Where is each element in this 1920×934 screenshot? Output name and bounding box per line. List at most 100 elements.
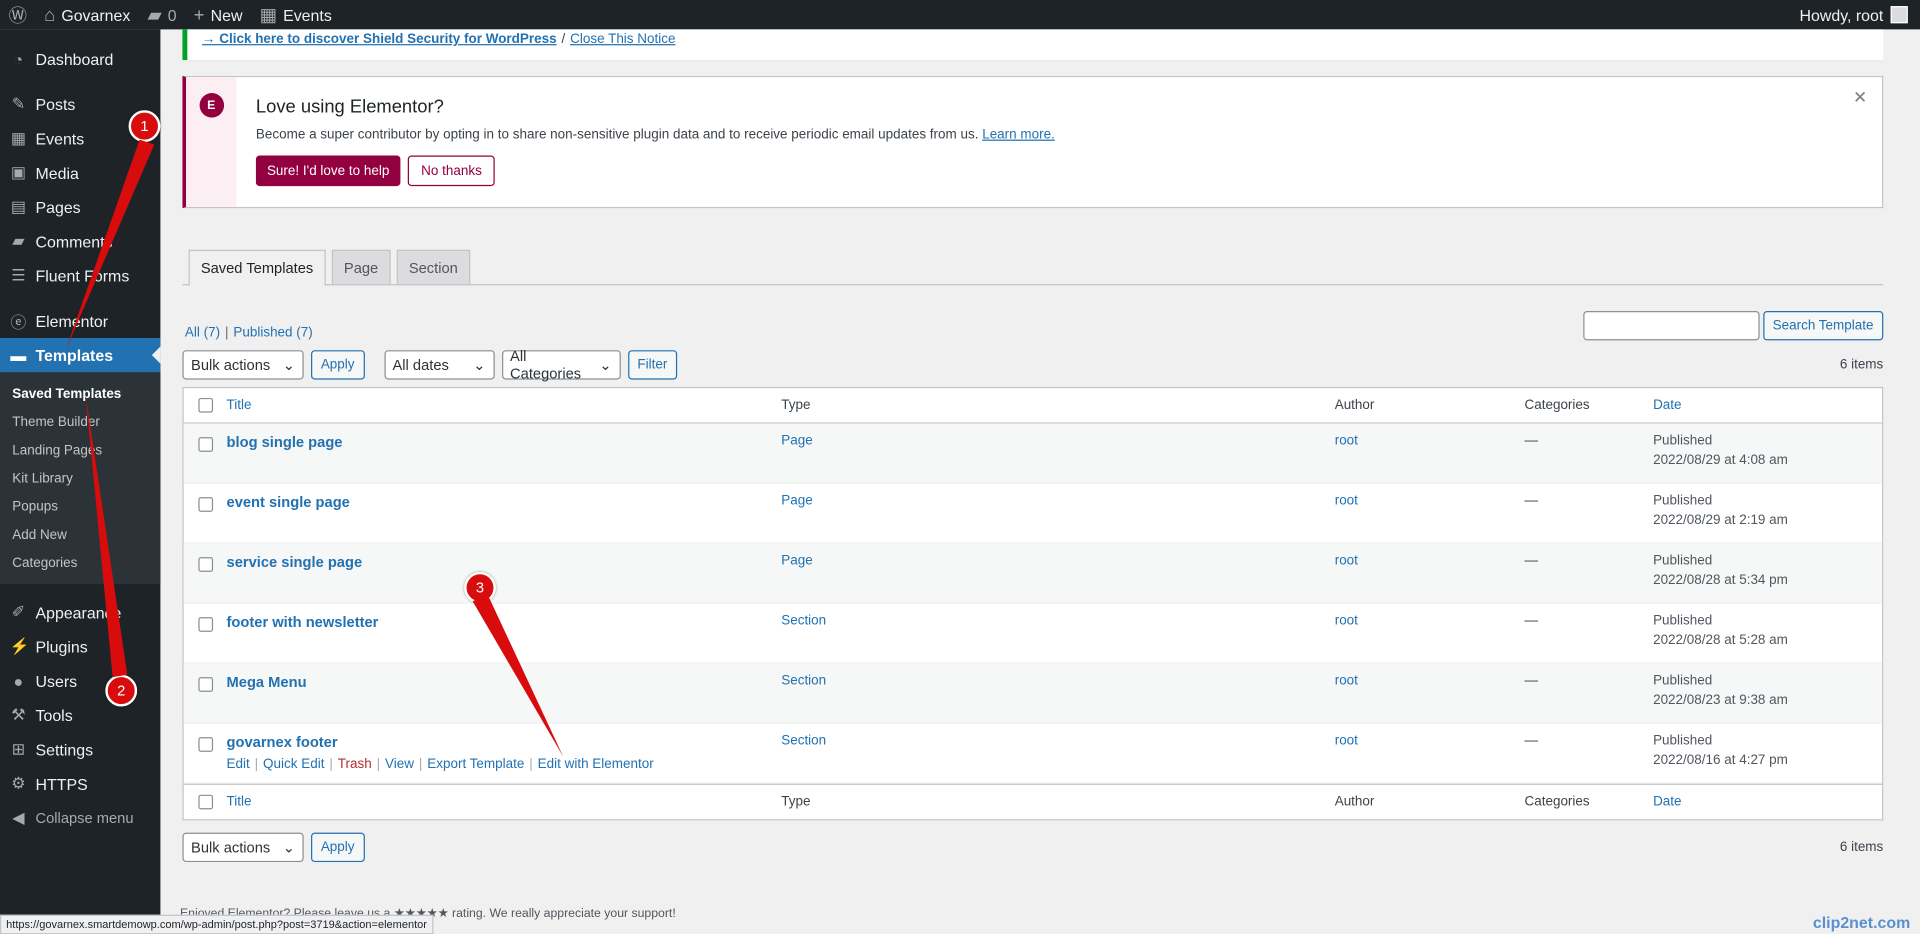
footer-date-cell: Date bbox=[1653, 795, 1882, 810]
home-icon: ⌂ bbox=[44, 4, 56, 26]
filter-button[interactable]: Filter bbox=[627, 350, 678, 380]
template-type-link[interactable]: Section bbox=[781, 673, 826, 688]
row-checkbox[interactable] bbox=[197, 617, 213, 632]
sidebar-item-settings[interactable]: ⊞ Settings bbox=[0, 732, 160, 766]
sidebar-item-fluent-forms[interactable]: ☰ Fluent Forms bbox=[0, 258, 160, 292]
author-link[interactable]: root bbox=[1335, 433, 1358, 448]
close-notice-link[interactable]: Close This Notice bbox=[570, 32, 675, 58]
sort-title-link[interactable]: Title bbox=[227, 398, 252, 413]
edit-link[interactable]: Edit bbox=[227, 757, 250, 772]
author-link[interactable]: root bbox=[1335, 673, 1358, 688]
filter-all-link[interactable]: All (7) bbox=[185, 326, 220, 341]
shield-discover-link[interactable]: → Click here to discover Shield Security… bbox=[202, 32, 557, 58]
categories-value: — bbox=[1524, 613, 1538, 629]
sidebar-item-appearance[interactable]: ✐ Appearance bbox=[0, 595, 160, 629]
sidebar-item-dashboard[interactable]: ◔ Dashboard bbox=[0, 42, 160, 76]
template-type-link[interactable]: Page bbox=[781, 553, 812, 568]
events-link[interactable]: ▦ Events bbox=[251, 0, 340, 29]
date-filter-select[interactable]: All dates ⌄ bbox=[383, 350, 495, 380]
template-type-link[interactable]: Section bbox=[781, 733, 826, 748]
sidebar-item-comments[interactable]: ▰ Comments bbox=[0, 224, 160, 258]
row-type-cell: Page bbox=[781, 493, 1334, 542]
row-checkbox[interactable] bbox=[197, 497, 213, 512]
category-filter-select[interactable]: All Categories ⌄ bbox=[501, 348, 621, 382]
search-template-button[interactable]: Search Template bbox=[1762, 311, 1884, 341]
apply-button-bottom[interactable]: Apply bbox=[311, 832, 365, 863]
chevron-down-icon: ⌄ bbox=[473, 356, 486, 374]
close-icon[interactable]: ✕ bbox=[1853, 87, 1867, 108]
view-link[interactable]: View bbox=[385, 757, 414, 772]
author-link[interactable]: root bbox=[1335, 613, 1358, 628]
row-title-cell: footer with newsletter bbox=[227, 613, 782, 662]
row-checkbox[interactable] bbox=[197, 437, 213, 452]
bulk-actions-select-bottom[interactable]: Bulk actions ⌄ bbox=[182, 832, 304, 863]
row-date-cell: Published 2022/08/29 at 4:08 am bbox=[1653, 433, 1882, 482]
submenu-item-theme-builder[interactable]: Theme Builder bbox=[0, 408, 160, 436]
select-all-checkbox-footer[interactable] bbox=[197, 794, 213, 810]
select-all-checkbox[interactable] bbox=[197, 397, 213, 413]
template-title-link[interactable]: blog single page bbox=[227, 433, 343, 450]
sidebar-item-elementor[interactable]: ⓔ Elementor bbox=[0, 304, 160, 338]
author-link[interactable]: root bbox=[1335, 553, 1358, 568]
sidebar-item-media[interactable]: ▣ Media bbox=[0, 156, 160, 190]
table-footer-row: Title Type Author Categories Date bbox=[183, 783, 1883, 820]
template-title-link[interactable]: service single page bbox=[227, 553, 363, 570]
template-type-link[interactable]: Section bbox=[781, 613, 826, 628]
page-icon: ▤ bbox=[10, 197, 26, 216]
template-title-link[interactable]: footer with newsletter bbox=[227, 613, 379, 630]
quick-edit-link[interactable]: Quick Edit bbox=[263, 757, 324, 772]
header-title-cell: Title bbox=[227, 398, 782, 413]
learn-more-link[interactable]: Learn more. bbox=[982, 127, 1055, 142]
row-checkbox[interactable] bbox=[197, 737, 213, 752]
sort-date-link[interactable]: Date bbox=[1653, 398, 1681, 413]
collapse-menu-button[interactable]: ◀ Collapse menu bbox=[0, 801, 160, 835]
template-title-link[interactable]: govarnex footer bbox=[227, 733, 338, 750]
filter-published-link[interactable]: Published (7) bbox=[233, 326, 312, 341]
export-template-link[interactable]: Export Template bbox=[427, 757, 524, 772]
author-link[interactable]: root bbox=[1335, 733, 1358, 748]
sidebar-item-plugins[interactable]: ⚡ Plugins bbox=[0, 629, 160, 663]
tab-saved-templates[interactable]: Saved Templates bbox=[188, 249, 326, 287]
sidebar-item-https[interactable]: ⚙ HTTPS bbox=[0, 767, 160, 801]
no-thanks-button[interactable]: No thanks bbox=[407, 155, 496, 187]
sidebar-item-tools[interactable]: ⚒ Tools bbox=[0, 698, 160, 732]
row-checkbox-cell bbox=[184, 433, 227, 482]
search-input[interactable] bbox=[1582, 311, 1760, 341]
sidebar-item-pages[interactable]: ▤ Pages bbox=[0, 190, 160, 224]
template-title-link[interactable]: event single page bbox=[227, 493, 350, 510]
edit-with-elementor-link[interactable]: Edit with Elementor bbox=[538, 757, 654, 772]
wordpress-logo[interactable]: Ⓦ bbox=[0, 0, 36, 29]
watermark-logo: clip2net.com bbox=[1812, 913, 1911, 932]
categories-value: — bbox=[1524, 673, 1538, 689]
template-title-link[interactable]: Mega Menu bbox=[227, 673, 307, 690]
submenu-item-popups[interactable]: Popups bbox=[0, 492, 160, 520]
trash-link[interactable]: Trash bbox=[338, 757, 372, 772]
template-type-link[interactable]: Page bbox=[781, 493, 812, 508]
tab-section[interactable]: Section bbox=[396, 249, 471, 286]
template-type-link[interactable]: Page bbox=[781, 433, 812, 448]
comments-link[interactable]: ▰ 0 bbox=[139, 0, 185, 29]
bulk-actions-select[interactable]: Bulk actions ⌄ bbox=[182, 350, 304, 380]
submenu-item-saved-templates[interactable]: Saved Templates bbox=[0, 380, 160, 408]
sort-date-link-footer[interactable]: Date bbox=[1653, 795, 1681, 810]
date-text: 2022/08/28 at 5:28 am bbox=[1653, 633, 1788, 648]
opt-in-button[interactable]: Sure! I'd love to help bbox=[255, 155, 401, 187]
row-checkbox[interactable] bbox=[197, 677, 213, 692]
sort-title-link-footer[interactable]: Title bbox=[227, 795, 252, 810]
footer-title-cell: Title bbox=[227, 795, 782, 810]
row-checkbox[interactable] bbox=[197, 557, 213, 572]
submenu-item-add-new[interactable]: Add New bbox=[0, 520, 160, 548]
apply-button[interactable]: Apply bbox=[311, 350, 365, 380]
sidebar-item-templates[interactable]: ▬ Templates bbox=[0, 337, 161, 373]
row-type-cell: Section bbox=[781, 613, 1334, 662]
submenu-item-categories[interactable]: Categories bbox=[0, 549, 160, 577]
site-name-link[interactable]: ⌂ Govarnex bbox=[36, 0, 139, 29]
my-account[interactable]: Howdy, root bbox=[1800, 6, 1920, 24]
comment-bubble-icon: ▰ bbox=[147, 4, 162, 26]
submenu-item-kit-library[interactable]: Kit Library bbox=[0, 464, 160, 492]
tab-page[interactable]: Page bbox=[331, 249, 391, 286]
submenu-item-landing-pages[interactable]: Landing Pages bbox=[0, 436, 160, 464]
wordpress-icon: Ⓦ bbox=[8, 5, 27, 27]
author-link[interactable]: root bbox=[1335, 493, 1358, 508]
new-content-link[interactable]: + New bbox=[185, 0, 251, 29]
